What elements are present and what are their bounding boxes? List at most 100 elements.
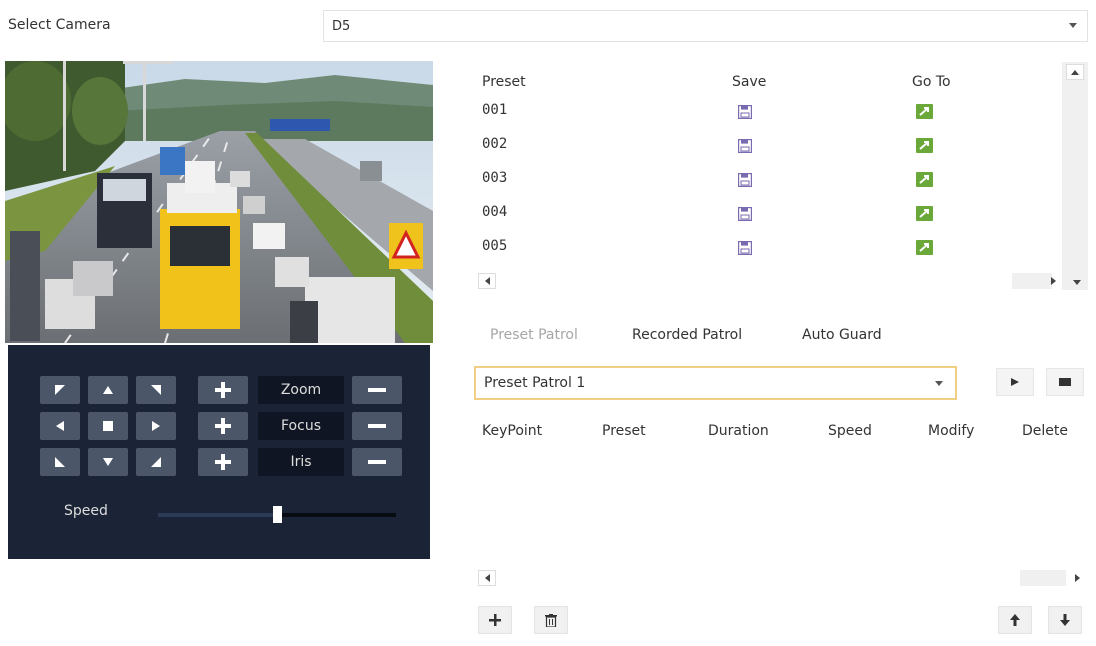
arrow-up-icon	[1010, 614, 1020, 626]
pan-up-right-button[interactable]	[136, 376, 176, 404]
zoom-label: Zoom	[258, 376, 344, 404]
arrow-icon	[103, 386, 113, 394]
delete-column-header: Delete	[1022, 423, 1068, 439]
iris-open-button[interactable]	[198, 448, 248, 476]
preset-column-header: Preset	[482, 74, 526, 90]
start-patrol-button[interactable]	[996, 368, 1034, 396]
pan-up-left-button[interactable]	[40, 376, 80, 404]
patrol-select-value: Preset Patrol 1	[484, 375, 586, 391]
caret-down-icon	[1073, 279, 1081, 285]
goto-icon[interactable]	[916, 138, 933, 153]
keypoint-column-header: KeyPoint	[482, 423, 543, 439]
goto-icon[interactable]	[916, 172, 933, 187]
arrow-icon	[55, 457, 65, 467]
preset-number: 001	[482, 102, 508, 118]
trash-icon	[545, 613, 557, 627]
move-up-button[interactable]	[998, 606, 1032, 634]
speed-slider[interactable]	[158, 506, 396, 523]
speed-slider-fill	[158, 513, 277, 517]
pan-down-right-button[interactable]	[136, 448, 176, 476]
arrow-icon	[103, 458, 113, 466]
speed-slider-handle[interactable]	[273, 506, 282, 523]
caret-up-icon	[1071, 69, 1079, 75]
camera-select[interactable]: D5	[323, 10, 1088, 42]
plus-icon	[489, 614, 501, 626]
save-icon[interactable]	[738, 138, 753, 154]
modify-column-header: Modify	[928, 423, 975, 439]
save-icon[interactable]	[738, 206, 753, 222]
focus-near-button[interactable]	[198, 412, 248, 440]
caret-left-icon	[484, 574, 490, 582]
caret-down-icon	[1069, 23, 1077, 28]
plus-icon	[215, 418, 231, 434]
pan-right-button[interactable]	[136, 412, 176, 440]
stop-button[interactable]	[88, 412, 128, 440]
goto-icon[interactable]	[916, 240, 933, 255]
focus-far-button[interactable]	[352, 412, 402, 440]
zoom-in-button[interactable]	[198, 376, 248, 404]
plus-icon	[215, 382, 231, 398]
tilt-down-button[interactable]	[88, 448, 128, 476]
ptz-control-panel: Zoom Focus Iris Speed	[8, 345, 430, 559]
speed-column-header: Speed	[828, 423, 872, 439]
patrol-horizontal-scrollbar[interactable]	[476, 569, 1086, 587]
caret-right-icon	[1050, 277, 1056, 285]
preset-number: 002	[482, 136, 508, 152]
preset-number: 004	[482, 204, 508, 220]
scroll-thumb[interactable]	[1020, 570, 1066, 586]
iris-label: Iris	[258, 448, 344, 476]
iris-close-button[interactable]	[352, 448, 402, 476]
patrol-preset-column-header: Preset	[602, 423, 646, 439]
scroll-right-button[interactable]	[1068, 570, 1086, 586]
preset-number: 005	[482, 238, 508, 254]
move-down-button[interactable]	[1048, 606, 1082, 634]
camera-select-value: D5	[332, 19, 351, 34]
arrow-icon	[151, 457, 161, 467]
preset-horizontal-scrollbar[interactable]	[476, 272, 1062, 290]
stop-icon	[103, 421, 113, 431]
zoom-out-button[interactable]	[352, 376, 402, 404]
scroll-down-button[interactable]	[1068, 274, 1086, 290]
arrow-icon	[152, 421, 160, 431]
goto-icon[interactable]	[916, 104, 933, 119]
delete-keypoint-button[interactable]	[534, 606, 568, 634]
preset-vertical-scrollbar[interactable]	[1062, 62, 1088, 290]
arrow-icon	[56, 421, 64, 431]
pan-down-left-button[interactable]	[40, 448, 80, 476]
arrow-icon	[151, 385, 161, 395]
scroll-up-button[interactable]	[1066, 64, 1084, 80]
plus-icon	[215, 454, 231, 470]
minus-icon	[368, 460, 386, 464]
minus-icon	[368, 424, 386, 428]
patrol-select[interactable]: Preset Patrol 1	[474, 366, 957, 400]
live-video	[5, 61, 433, 343]
tab-auto-guard[interactable]: Auto Guard	[802, 327, 882, 343]
focus-label: Focus	[258, 412, 344, 440]
scroll-left-button[interactable]	[478, 273, 496, 289]
caret-down-icon	[935, 381, 943, 386]
save-icon[interactable]	[738, 172, 753, 188]
save-icon[interactable]	[738, 104, 753, 120]
pan-left-button[interactable]	[40, 412, 80, 440]
add-keypoint-button[interactable]	[478, 606, 512, 634]
preset-number: 003	[482, 170, 508, 186]
arrow-icon	[55, 385, 65, 395]
tilt-up-button[interactable]	[88, 376, 128, 404]
tab-preset-patrol[interactable]: Preset Patrol	[490, 327, 578, 343]
save-icon[interactable]	[738, 240, 753, 256]
duration-column-header: Duration	[708, 423, 769, 439]
goto-icon[interactable]	[916, 206, 933, 221]
stop-icon	[1059, 378, 1071, 386]
play-icon	[1011, 378, 1019, 386]
stop-patrol-button[interactable]	[1046, 368, 1084, 396]
tab-recorded-patrol[interactable]: Recorded Patrol	[632, 327, 742, 343]
select-camera-label: Select Camera	[8, 17, 111, 33]
caret-right-icon	[1074, 574, 1080, 582]
scroll-right-button[interactable]	[1044, 273, 1062, 289]
minus-icon	[368, 388, 386, 392]
traffic-scene-image	[5, 61, 433, 343]
arrow-down-icon	[1060, 614, 1070, 626]
caret-left-icon	[484, 277, 490, 285]
scroll-left-button[interactable]	[478, 570, 496, 586]
goto-column-header: Go To	[912, 74, 951, 90]
